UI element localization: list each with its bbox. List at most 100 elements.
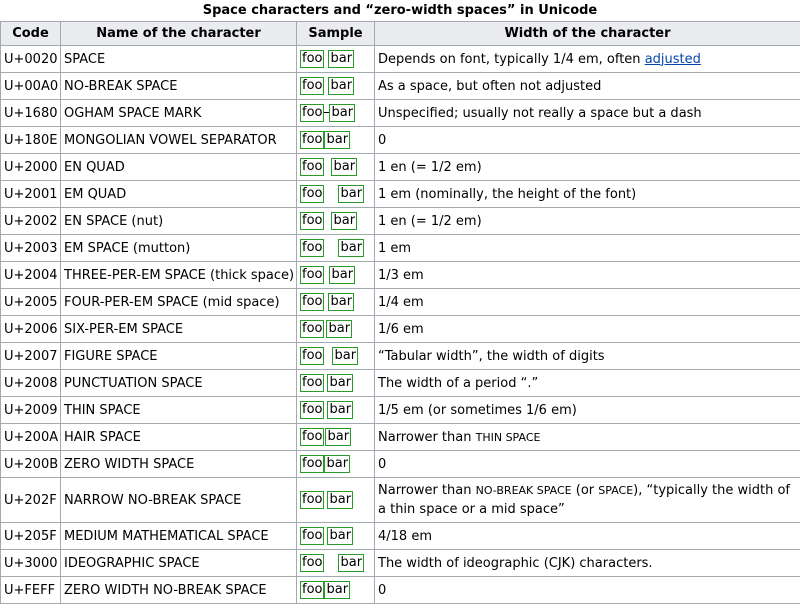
code-cell: U+1680	[0, 99, 61, 127]
sample-cell: foo bar	[296, 576, 375, 604]
name-cell: MONGOLIAN VOWEL SEPARATOR	[60, 126, 297, 154]
name-cell: OGHAM SPACE MARK	[60, 99, 297, 127]
width-cell: 1 en (= 1/2 em)	[374, 207, 800, 235]
table-row: U+2005 FOUR-PER-EM SPACE (mid space) foo…	[0, 288, 800, 316]
sample-bar: bar	[324, 455, 351, 473]
sample-bar: bar	[327, 401, 354, 419]
sample-bar: bar	[324, 581, 351, 599]
sample-bar: bar	[328, 50, 355, 68]
width-cell: 1/6 em	[374, 315, 800, 343]
name-cell: EM QUAD	[60, 180, 297, 208]
header-width: Width of the character	[374, 21, 800, 46]
code-cell: U+3000	[0, 549, 61, 577]
width-cell: 1/3 em	[374, 261, 800, 289]
sample-foo: foo	[300, 455, 325, 473]
sample-foo: foo	[300, 266, 325, 284]
sample-cell: foo bar	[296, 396, 375, 424]
sample-bar: bar	[324, 131, 351, 149]
code-cell: U+2006	[0, 315, 61, 343]
sample-foo: foo	[300, 50, 325, 68]
sample-foo: foo	[300, 401, 325, 419]
sample-foo: foo	[300, 293, 325, 311]
sample-bar: bar	[327, 491, 354, 509]
name-cell: SIX-PER-EM SPACE	[60, 315, 297, 343]
code-cell: U+2004	[0, 261, 61, 289]
sample-bar: bar	[332, 347, 359, 365]
table-row: U+2007 FIGURE SPACE foo bar “Tabular widt…	[0, 342, 800, 370]
sample-bar: bar	[329, 266, 356, 284]
sample-foo: foo	[300, 131, 325, 149]
name-cell: IDEOGRAPHIC SPACE	[60, 549, 297, 577]
sample-cell: foo bar	[296, 423, 375, 451]
name-cell: FIGURE SPACE	[60, 342, 297, 370]
width-cell: 4/18 em	[374, 522, 800, 550]
code-cell: U+2009	[0, 396, 61, 424]
sample-bar: bar	[331, 212, 358, 230]
adjusted-link[interactable]: adjusted	[645, 52, 701, 67]
code-cell: U+2007	[0, 342, 61, 370]
width-cell: 1 en (= 1/2 em)	[374, 153, 800, 181]
table-row: U+180E MONGOLIAN VOWEL SEPARATOR foo bar …	[0, 126, 800, 154]
code-cell: U+180E	[0, 126, 61, 154]
code-cell: U+200B	[0, 450, 61, 478]
table-row: U+2001 EM QUAD foo bar 1 em (nominally, t…	[0, 180, 800, 208]
width-cell: 0	[374, 126, 800, 154]
code-cell: U+0020	[0, 45, 61, 73]
table-row: U+2008 PUNCTUATION SPACE foo bar The widt…	[0, 369, 800, 397]
width-cell: Depends on font, typically 1/4 em, often…	[374, 45, 800, 73]
table-row: U+00A0 NO-BREAK SPACE foo bar As a space,…	[0, 72, 800, 100]
code-cell: U+FEFF	[0, 576, 61, 604]
sample-bar: bar	[329, 104, 356, 122]
table-row: U+1680 OGHAM SPACE MARK foo bar Unspecifi…	[0, 99, 800, 127]
sample-foo: foo	[300, 320, 325, 338]
header-row: Code Name of the character Sample Width …	[0, 21, 800, 46]
sample-cell: foo bar	[296, 234, 375, 262]
table-row: U+205F MEDIUM MATHEMATICAL SPACE foo bar …	[0, 522, 800, 550]
header-name: Name of the character	[60, 21, 297, 46]
code-cell: U+2008	[0, 369, 61, 397]
table-row: U+2009 THIN SPACE foo bar 1/5 em (or some…	[0, 396, 800, 424]
sample-foo: foo	[300, 104, 325, 122]
sample-cell: foo bar	[296, 72, 375, 100]
name-cell: SPACE	[60, 45, 297, 73]
width-cell: 0	[374, 576, 800, 604]
table-row: U+0020 SPACE foo bar Depends on font, typ…	[0, 45, 800, 73]
name-cell: EM SPACE (mutton)	[60, 234, 297, 262]
code-cell: U+200A	[0, 423, 61, 451]
table-caption: Space characters and “zero-width spaces”…	[0, 0, 800, 21]
name-cell: THIN SPACE	[60, 396, 297, 424]
sample-foo: foo	[300, 212, 325, 230]
sample-foo: foo	[300, 239, 325, 257]
sample-cell: foo bar	[296, 261, 375, 289]
table-row: U+FEFF ZERO WIDTH NO-BREAK SPACE foo bar …	[0, 576, 800, 604]
sample-foo: foo	[300, 491, 325, 509]
width-text: (or	[571, 483, 599, 498]
sample-cell: foo bar	[296, 45, 375, 73]
width-cell: The width of a period “.”	[374, 369, 800, 397]
width-cell: 1/4 em	[374, 288, 800, 316]
sample-foo: foo	[300, 581, 325, 599]
sample-bar: bar	[338, 239, 365, 257]
sample-cell: foo bar	[296, 342, 375, 370]
width-smallcaps: SPACE	[598, 484, 634, 497]
sample-cell: foo bar	[296, 369, 375, 397]
code-cell: U+2002	[0, 207, 61, 235]
sample-bar: bar	[338, 185, 365, 203]
sample-foo: foo	[300, 374, 325, 392]
sample-cell: foo bar	[296, 180, 375, 208]
header-sample: Sample	[296, 21, 375, 46]
name-cell: MEDIUM MATHEMATICAL SPACE	[60, 522, 297, 550]
width-cell: Narrower than NO-BREAK SPACE (or SPACE),…	[374, 477, 800, 523]
sample-cell: foo bar	[296, 522, 375, 550]
code-cell: U+2000	[0, 153, 61, 181]
code-cell: U+2001	[0, 180, 61, 208]
width-cell: As a space, but often not adjusted	[374, 72, 800, 100]
sample-bar: bar	[331, 158, 358, 176]
width-cell: 0	[374, 450, 800, 478]
code-cell: U+00A0	[0, 72, 61, 100]
width-cell: Unspecified; usually not really a space …	[374, 99, 800, 127]
sample-cell: foo bar	[296, 288, 375, 316]
width-cell: 1/5 em (or sometimes 1/6 em)	[374, 396, 800, 424]
table-row: U+2000 EN QUAD foo bar 1 en (= 1/2 em)	[0, 153, 800, 181]
name-cell: ZERO WIDTH NO-BREAK SPACE	[60, 576, 297, 604]
